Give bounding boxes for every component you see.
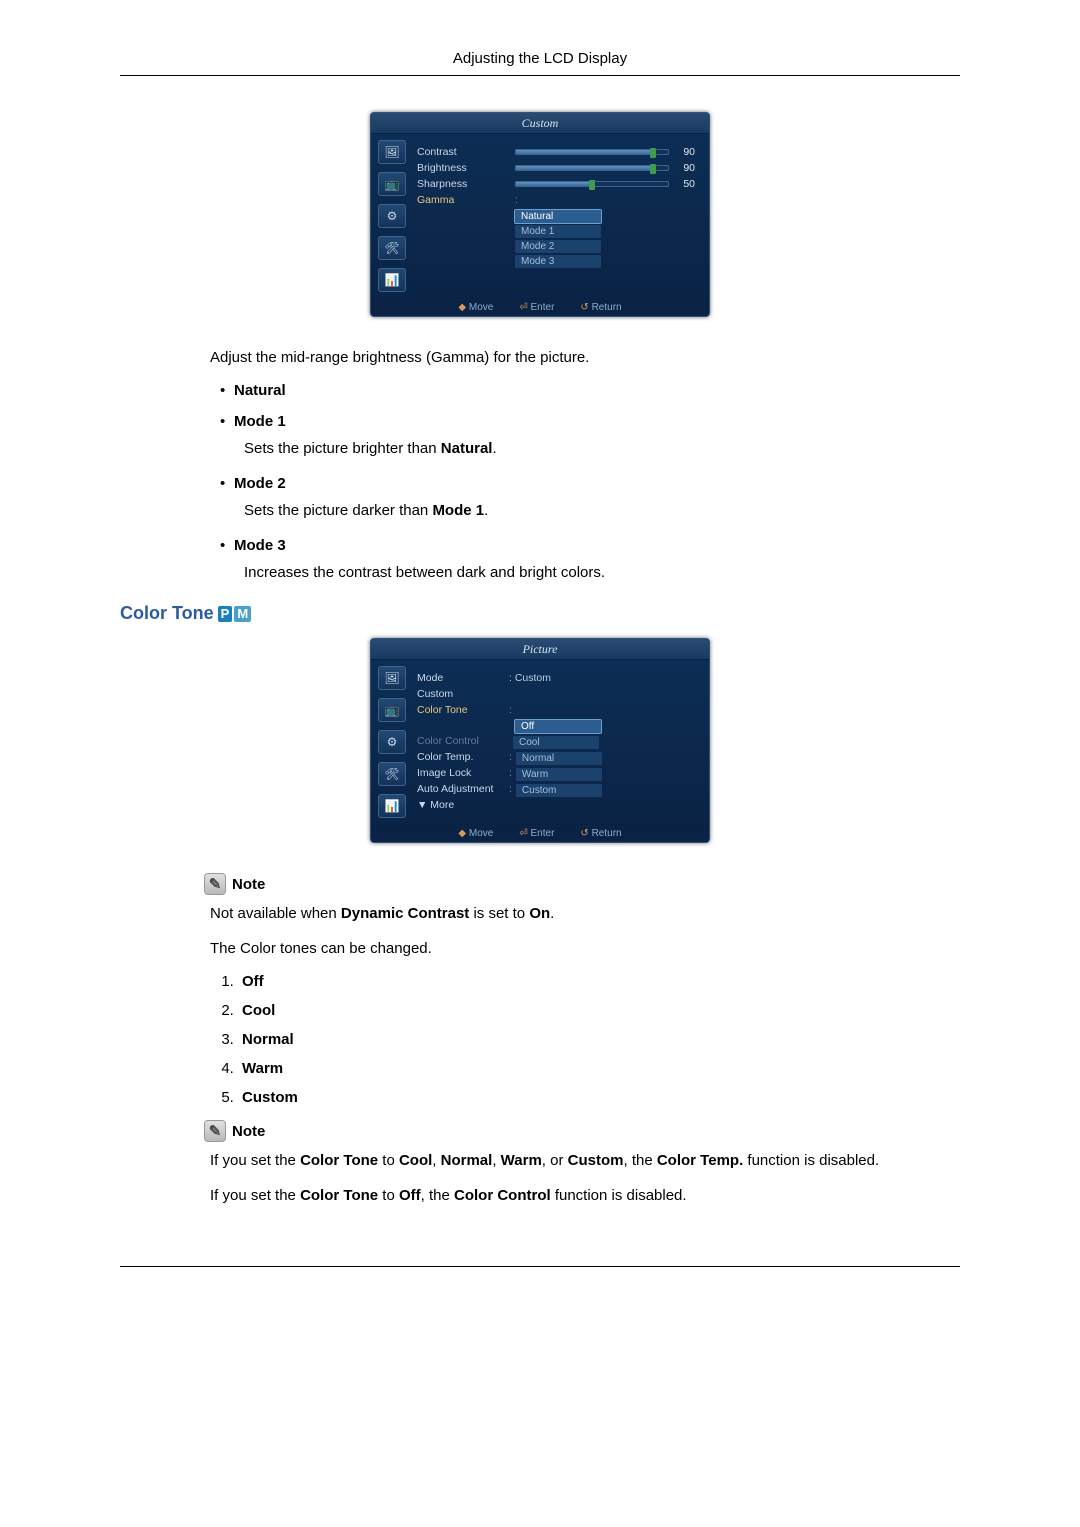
settings-icon: ⚙ — [378, 730, 406, 754]
osd-option-off: Off — [515, 720, 601, 733]
osd-value: 90 — [675, 162, 695, 174]
osd-title: Custom — [371, 113, 709, 134]
picture-icon: 🖼 — [378, 666, 406, 690]
osd-option-cool: Cool — [513, 736, 599, 749]
osd-sidebar: 🖼 📺 ⚙ 🛠 📊 — [371, 660, 413, 824]
note-text: If you set the Color Tone to Cool, Norma… — [210, 1150, 960, 1171]
setup-icon: 🛠 — [378, 236, 406, 260]
osd-row-colorcontrol: Color Control Cool — [417, 733, 695, 749]
list-item: Normal — [238, 1031, 960, 1048]
osd-footer: ◆ Move ⏎ Enter ↺ Return — [371, 298, 709, 316]
list-item: •Mode 3 Increases the contrast between d… — [220, 537, 960, 581]
list-item: •Mode 1 Sets the picture brighter than N… — [220, 413, 960, 457]
slider — [515, 181, 669, 187]
page: Adjusting the LCD Display Custom 🖼 📺 ⚙ 🛠… — [0, 0, 1080, 1327]
slider — [515, 165, 669, 171]
osd-row-colortemp: Color Temp.: Normal — [417, 749, 695, 765]
divider — [120, 75, 960, 76]
osd-title: Picture — [371, 639, 709, 660]
gamma-intro: Adjust the mid-range brightness (Gamma) … — [210, 347, 960, 368]
slider — [515, 149, 669, 155]
osd-option-warm: Warm — [516, 768, 602, 781]
input-icon: 📺 — [378, 172, 406, 196]
osd-label: Brightness — [417, 162, 509, 174]
osd-footer: ◆ Move ⏎ Enter ↺ Return — [371, 824, 709, 842]
setup-icon: 🛠 — [378, 762, 406, 786]
list-item: Warm — [238, 1060, 960, 1077]
multi-icon: 📊 — [378, 794, 406, 818]
osd-row-custom: Custom — [417, 686, 695, 702]
page-title: Adjusting the LCD Display — [120, 50, 960, 75]
osd-row-autoadjust: Auto Adjustment: Custom — [417, 781, 695, 797]
list-item: •Natural — [220, 382, 960, 399]
osd-panel: Custom 🖼 📺 ⚙ 🛠 📊 Contrast 90 B — [370, 112, 710, 317]
osd-row-more: ▼ More — [417, 797, 695, 813]
note-text: If you set the Color Tone to Off, the Co… — [210, 1185, 960, 1206]
note-icon: ✎ — [204, 1120, 226, 1142]
section-heading-color-tone: Color Tone PM — [120, 603, 960, 624]
list-item: •Mode 2 Sets the picture darker than Mod… — [220, 475, 960, 519]
gamma-list: •Natural •Mode 1 Sets the picture bright… — [220, 382, 960, 581]
badge-m: M — [234, 606, 251, 622]
osd-option-custom: Custom — [516, 784, 602, 797]
osd-figure-custom: Custom 🖼 📺 ⚙ 🛠 📊 Contrast 90 B — [120, 112, 960, 317]
note-heading: ✎ Note — [204, 873, 960, 895]
note-icon: ✎ — [204, 873, 226, 895]
osd-row-imagelock: Image Lock: Warm — [417, 765, 695, 781]
list-item: Cool — [238, 1002, 960, 1019]
badge-p: P — [218, 606, 233, 622]
multi-icon: 📊 — [378, 268, 406, 292]
osd-row-sharpness: Sharpness 50 — [417, 176, 695, 192]
list-item: Custom — [238, 1089, 960, 1106]
osd-option-natural: Natural — [515, 210, 601, 223]
osd-option-mode2: Mode 2 — [515, 240, 601, 253]
osd-row-mode: Mode : Custom — [417, 670, 695, 686]
osd-row-colortone: Color Tone: — [417, 702, 695, 718]
list-item: Off — [238, 973, 960, 990]
note-text: Not available when Dynamic Contrast is s… — [210, 903, 960, 924]
osd-panel: Picture 🖼 📺 ⚙ 🛠 📊 Mode : Custom — [370, 638, 710, 843]
osd-sidebar: 🖼 📺 ⚙ 🛠 📊 — [371, 134, 413, 298]
osd-figure-picture: Picture 🖼 📺 ⚙ 🛠 📊 Mode : Custom — [120, 638, 960, 843]
osd-value: 50 — [675, 178, 695, 190]
osd-label: Sharpness — [417, 178, 509, 190]
osd-label: Gamma — [417, 194, 509, 206]
settings-icon: ⚙ — [378, 204, 406, 228]
osd-row-contrast: Contrast 90 — [417, 144, 695, 160]
osd-value: 90 — [675, 146, 695, 158]
tone-para: The Color tones can be changed. — [210, 938, 960, 959]
osd-row-gamma: Gamma : — [417, 192, 695, 208]
tone-list: Off Cool Normal Warm Custom — [238, 973, 960, 1106]
osd-option-mode3: Mode 3 — [515, 255, 601, 268]
note-heading: ✎ Note — [204, 1120, 960, 1142]
input-icon: 📺 — [378, 698, 406, 722]
osd-option-mode1: Mode 1 — [515, 225, 601, 238]
osd-option-normal: Normal — [516, 752, 602, 765]
osd-row-brightness: Brightness 90 — [417, 160, 695, 176]
picture-icon: 🖼 — [378, 140, 406, 164]
osd-label: Contrast — [417, 146, 509, 158]
divider — [120, 1266, 960, 1267]
